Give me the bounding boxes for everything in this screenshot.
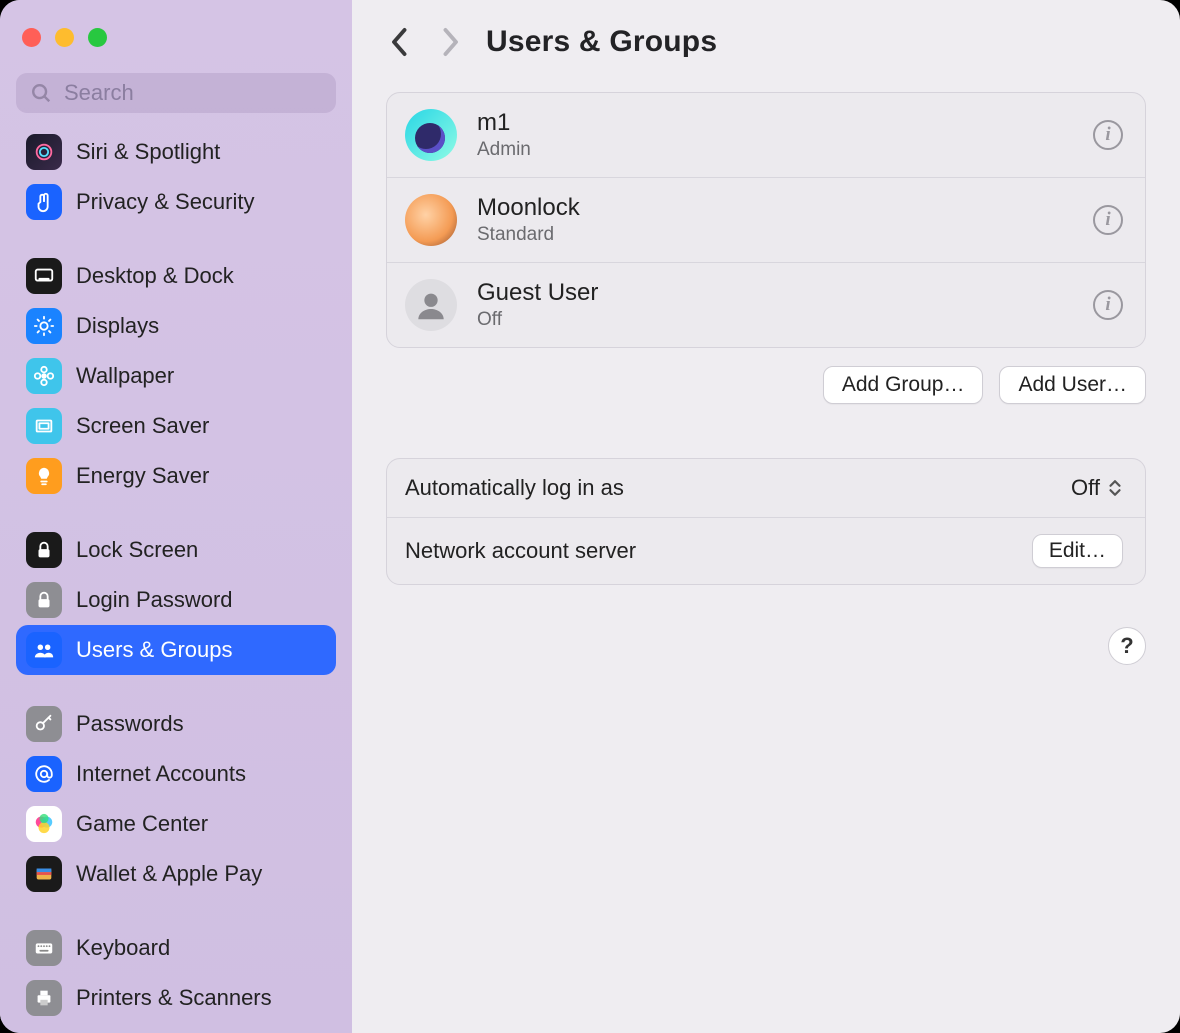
lock-screen-icon [26,532,62,568]
sidebar-item-label: Lock Screen [76,537,198,563]
add-group-button[interactable]: Add Group… [823,366,984,404]
avatar [405,279,457,331]
wallet-apple-pay-icon [26,856,62,892]
sidebar-item-label: Siri & Spotlight [76,139,220,165]
desktop-dock-icon [26,258,62,294]
user-row-guest: Guest UserOffi [387,262,1145,347]
auto-login-row: Automatically log in as Off [387,459,1145,517]
sidebar-item-label: Keyboard [76,935,170,961]
sidebar-item-users-groups[interactable]: Users & Groups [16,625,336,675]
sidebar-item-label: Displays [76,313,159,339]
sidebar-item-internet-accounts[interactable]: Internet Accounts [16,749,336,799]
users-actions: Add Group… Add User… [386,366,1146,404]
sidebar-item-label: Desktop & Dock [76,263,234,289]
sidebar-item-energy-saver[interactable]: Energy Saver [16,451,336,501]
sidebar-item-login-password[interactable]: Login Password [16,575,336,625]
auto-login-label: Automatically log in as [405,475,624,501]
sidebar-item-printers-scanners[interactable]: Printers & Scanners [16,973,336,1023]
siri-spotlight-icon [26,134,62,170]
sidebar-item-passwords[interactable]: Passwords [16,699,336,749]
auto-login-value: Off [1071,475,1100,501]
wallpaper-icon [26,358,62,394]
user-info-button[interactable]: i [1093,120,1123,150]
sidebar-item-privacy-security[interactable]: Privacy & Security [16,177,336,227]
sidebar-item-label: Privacy & Security [76,189,255,215]
sidebar-item-keyboard[interactable]: Keyboard [16,923,336,973]
auto-login-popup[interactable]: Off [1071,475,1123,501]
add-user-button[interactable]: Add User… [999,366,1146,404]
sidebar-item-label: Energy Saver [76,463,209,489]
user-name: Moonlock [477,194,1073,222]
energy-saver-icon [26,458,62,494]
network-server-row: Network account server Edit… [387,517,1145,584]
search-icon [30,82,52,104]
user-name: m1 [477,109,1073,137]
sidebar-item-desktop-dock[interactable]: Desktop & Dock [16,251,336,301]
user-row-moonlock: MoonlockStandard i [387,177,1145,262]
printers-scanners-icon [26,980,62,1016]
sidebar-item-lock-screen[interactable]: Lock Screen [16,525,336,575]
user-name: Guest User [477,279,1073,307]
displays-icon [26,308,62,344]
help-button[interactable]: ? [1108,627,1146,665]
sidebar-item-label: Wallet & Apple Pay [76,861,262,887]
network-server-edit-button[interactable]: Edit… [1032,534,1123,568]
system-settings-window: Siri & Spotlight Privacy & Security Deskto… [0,0,1180,1033]
sidebar-item-label: Wallpaper [76,363,174,389]
search-input[interactable] [62,79,322,107]
keyboard-icon [26,930,62,966]
popup-stepper-icon [1108,477,1123,499]
sidebar-item-displays[interactable]: Displays [16,301,336,351]
sidebar-item-wallpaper[interactable]: Wallpaper [16,351,336,401]
close-window-button[interactable] [22,28,41,47]
window-traffic-lights [10,12,342,67]
page-title: Users & Groups [486,25,717,59]
sidebar-item-screen-saver[interactable]: Screen Saver [16,401,336,451]
users-groups-icon [26,632,62,668]
sidebar-item-label: Printers & Scanners [76,985,272,1011]
help-row: ? [386,627,1146,665]
passwords-icon [26,706,62,742]
sidebar: Siri & Spotlight Privacy & Security Deskto… [0,0,352,1033]
minimize-window-button[interactable] [55,28,74,47]
sidebar-item-label: Login Password [76,587,233,613]
avatar [405,109,457,161]
sidebar-item-label: Game Center [76,811,208,837]
sidebar-item-label: Screen Saver [76,413,209,439]
sidebar-item-game-center[interactable]: Game Center [16,799,336,849]
sidebar-item-label: Users & Groups [76,637,233,663]
search-field-container[interactable] [16,73,336,113]
avatar [405,194,457,246]
user-role: Off [477,309,1073,331]
sidebar-nav: Siri & Spotlight Privacy & Security Deskto… [10,127,342,1023]
internet-accounts-icon [26,756,62,792]
network-server-label: Network account server [405,538,636,564]
back-button[interactable] [386,22,414,62]
login-settings-panel: Automatically log in as Off Network acco… [386,458,1146,585]
sidebar-item-wallet-apple-pay[interactable]: Wallet & Apple Pay [16,849,336,899]
sidebar-item-label: Internet Accounts [76,761,246,787]
content-header: Users & Groups [386,14,1146,70]
user-info-button[interactable]: i [1093,290,1123,320]
sidebar-item-siri-spotlight[interactable]: Siri & Spotlight [16,127,336,177]
main-content: Users & Groups m1AdminiMoonlockStandardi… [352,0,1180,1033]
user-role: Admin [477,139,1073,161]
zoom-window-button[interactable] [88,28,107,47]
user-row-m1: m1Admini [387,93,1145,177]
user-info-button[interactable]: i [1093,205,1123,235]
forward-button[interactable] [436,22,464,62]
privacy-security-icon [26,184,62,220]
sidebar-item-label: Passwords [76,711,184,737]
screen-saver-icon [26,408,62,444]
users-list-panel: m1AdminiMoonlockStandardiGuest UserOffi [386,92,1146,348]
game-center-icon [26,806,62,842]
user-role: Standard [477,224,1073,246]
login-password-icon [26,582,62,618]
